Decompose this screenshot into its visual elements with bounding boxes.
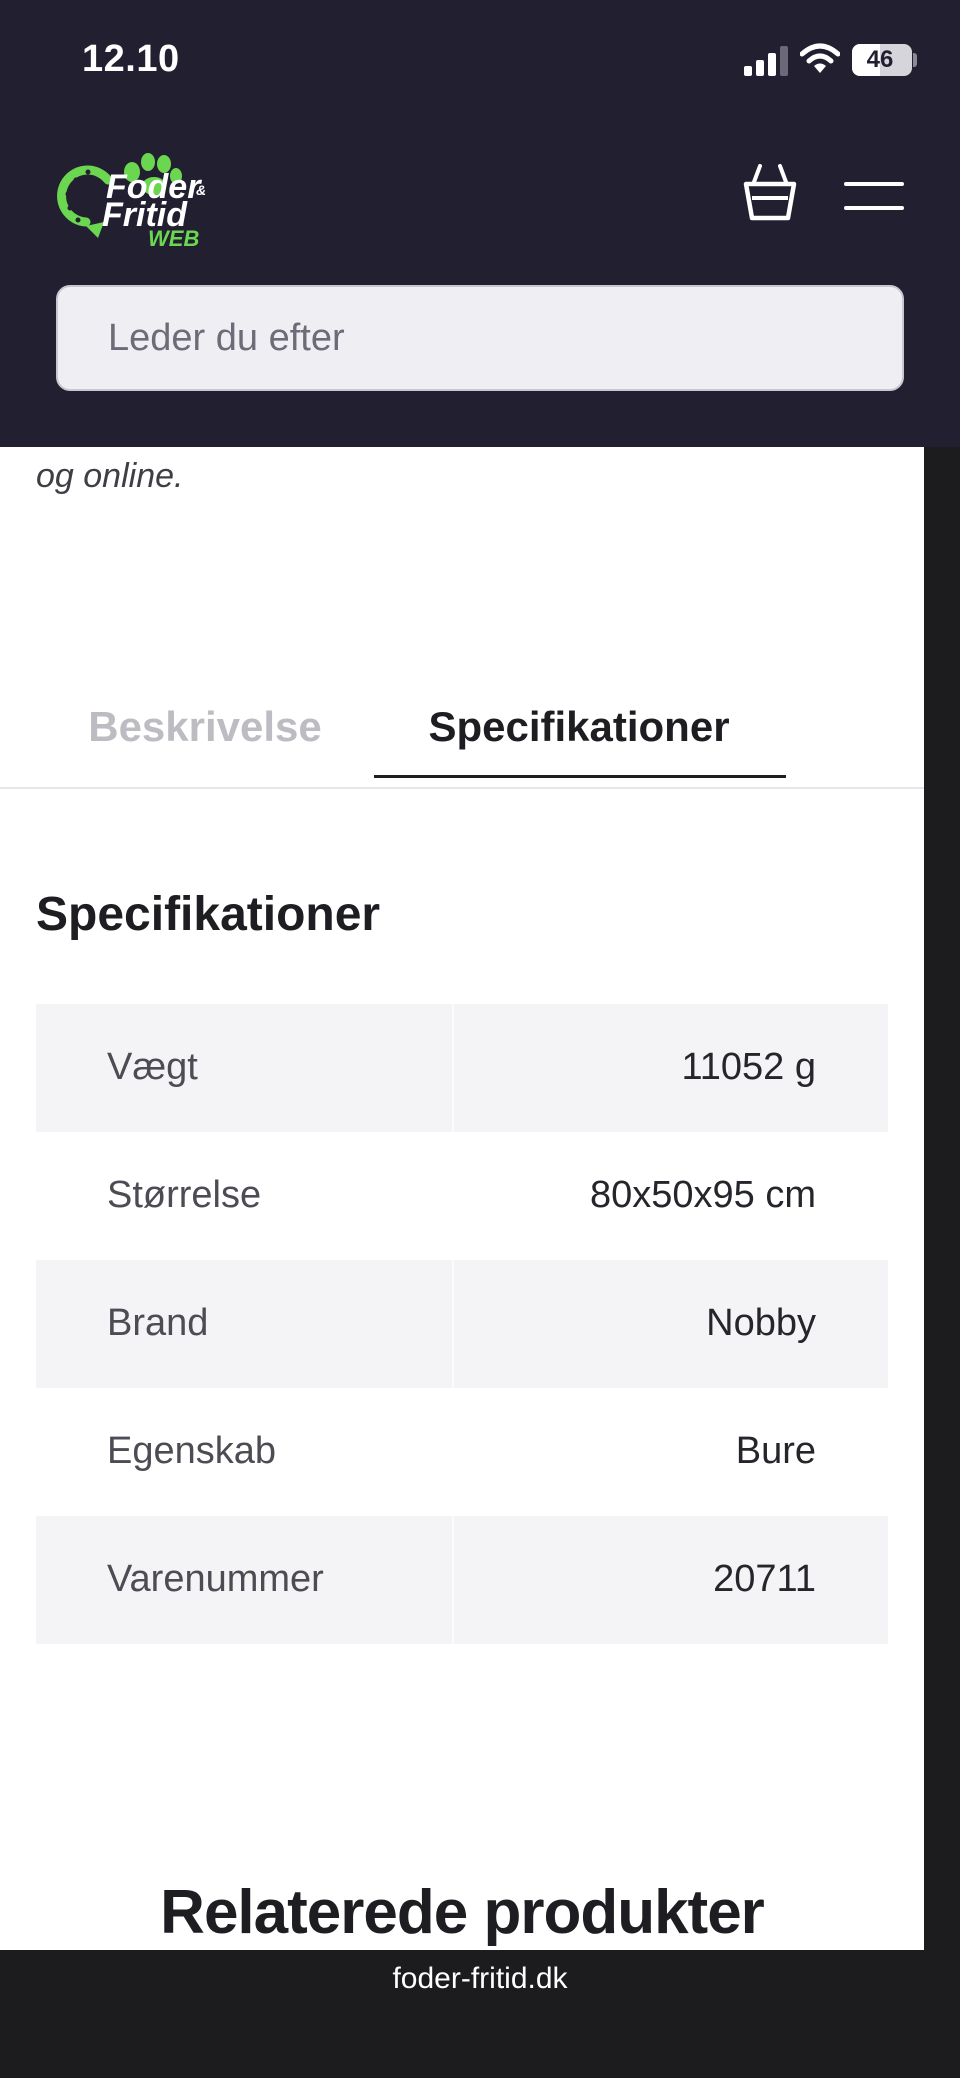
logo-line-web: WEB: [148, 226, 200, 251]
menu-icon[interactable]: [844, 178, 904, 214]
search-placeholder: Leder du efter: [108, 317, 345, 359]
specifications-table: Vægt 11052 g Størrelse 80x50x95 cm Brand…: [36, 1004, 888, 1644]
spec-value-weight: 11052 g: [681, 1046, 816, 1088]
product-tabs: Beskrivelse Specifikationer: [0, 687, 924, 787]
battery-level: 46: [866, 46, 894, 73]
table-row: Størrelse 80x50x95 cm: [36, 1132, 888, 1260]
table-row: Brand Nobby: [36, 1260, 888, 1388]
spec-key-item-number: Varenummer: [107, 1558, 324, 1600]
status-time: 12.10: [82, 38, 180, 80]
wifi-icon: [800, 43, 840, 73]
spec-value-property: Bure: [735, 1430, 816, 1472]
spec-key-weight: Vægt: [107, 1046, 198, 1088]
basket-icon[interactable]: [742, 162, 798, 224]
related-products-heading: Relaterede produkter: [160, 1878, 765, 1947]
tab-specifikationer[interactable]: Specifikationer: [374, 687, 784, 777]
table-row: Vægt 11052 g: [36, 1004, 888, 1132]
spec-value-brand: Nobby: [706, 1302, 816, 1344]
spec-key-size: Størrelse: [107, 1174, 262, 1216]
signal-icon: [744, 46, 788, 76]
battery-cap: [913, 53, 917, 67]
tab-beskrivelse[interactable]: Beskrivelse: [60, 687, 350, 777]
spec-value-item-number: 20711: [713, 1558, 816, 1600]
spec-key-brand: Brand: [107, 1302, 209, 1344]
battery-icon: 46: [852, 44, 912, 76]
search-input[interactable]: Leder du efter: [56, 285, 904, 391]
url-label[interactable]: foder-fritid.dk: [0, 1962, 960, 1996]
active-tab-indicator: [374, 775, 786, 778]
tabs-divider: [0, 787, 924, 789]
site-logo[interactable]: Foder & Fritid WEB: [56, 142, 216, 252]
spec-value-size: 80x50x95 cm: [589, 1174, 816, 1216]
table-row: Varenummer 20711: [36, 1516, 888, 1644]
logo-amp: &: [196, 182, 207, 198]
page-edge-strip: [924, 447, 960, 1950]
table-row: Egenskab Bure: [36, 1388, 888, 1516]
specifications-heading: Specifikationer: [36, 888, 381, 941]
browser-bottom-bar: foder-fritid.dk: [0, 1950, 960, 2078]
site-header: 12.10 46 Foder & Fritid WEB Leder du eft…: [0, 0, 960, 447]
spec-key-property: Egenskab: [107, 1430, 277, 1472]
description-tail-text: og online.: [36, 457, 184, 495]
product-content: og online. Beskrivelse Specifikationer S…: [0, 447, 924, 1950]
